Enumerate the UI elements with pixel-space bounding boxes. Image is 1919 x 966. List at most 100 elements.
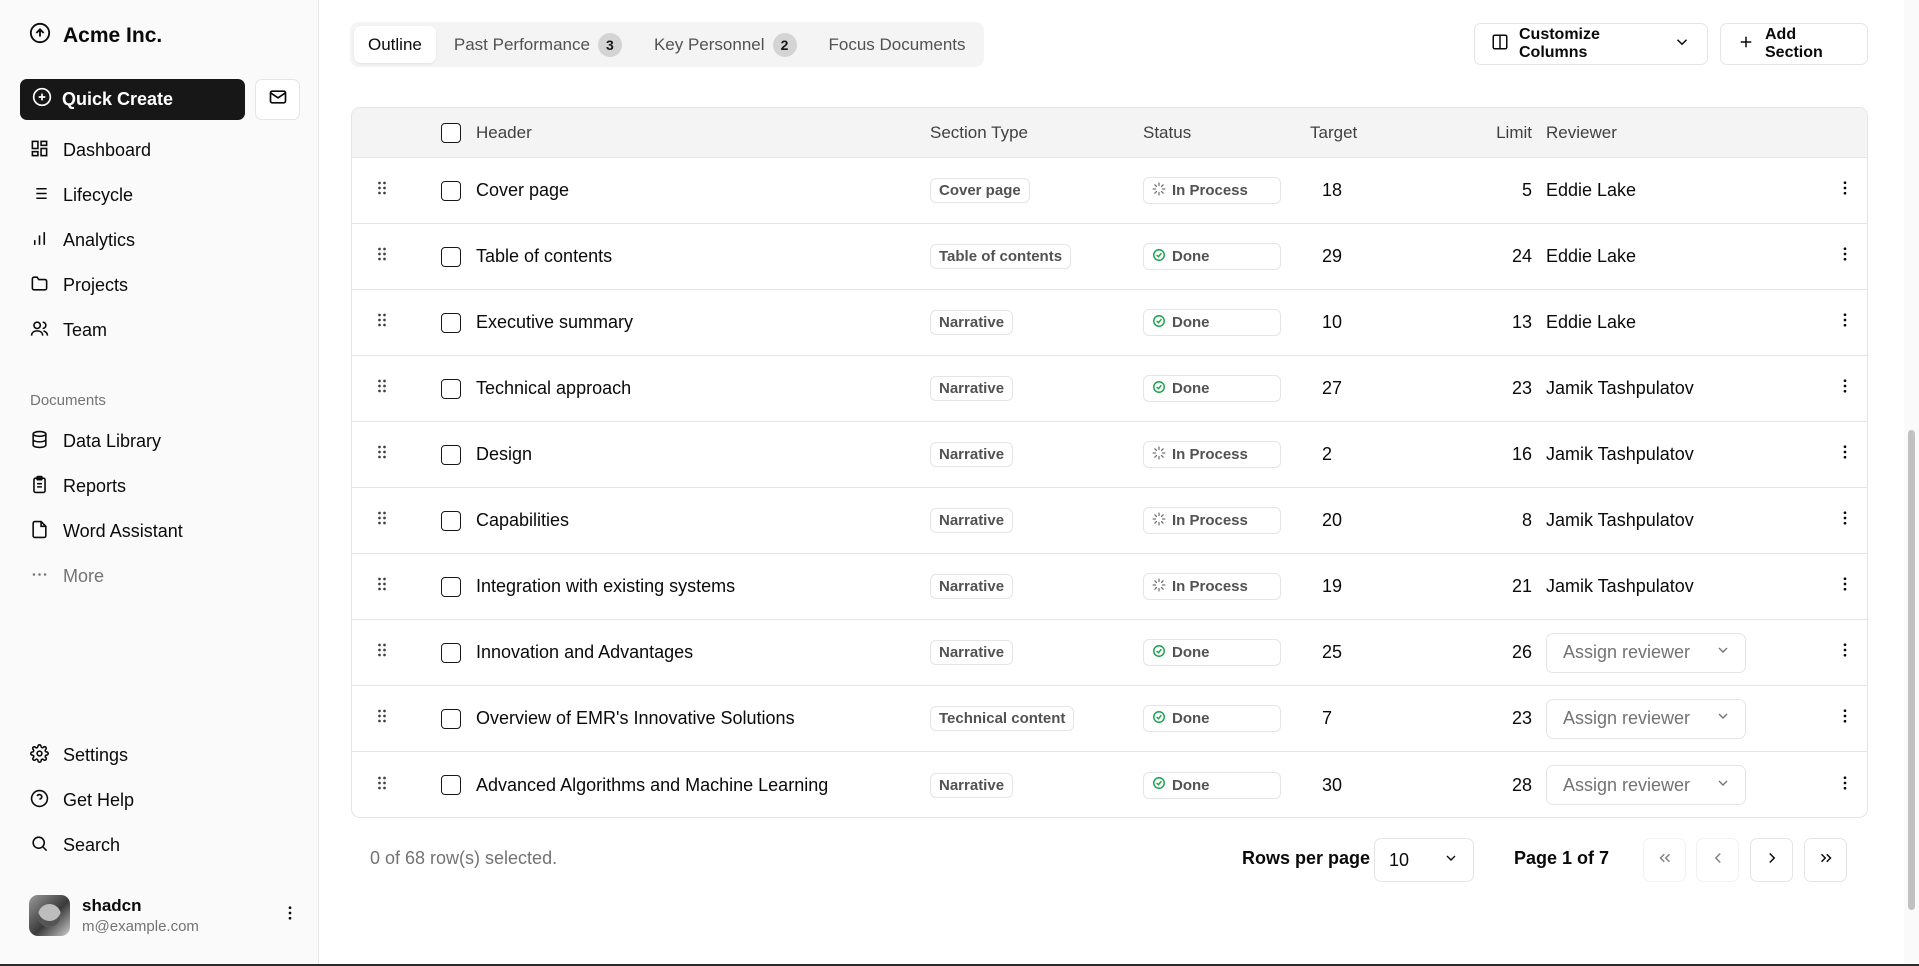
row-checkbox[interactable] <box>441 444 461 465</box>
table-row[interactable]: Cover page Cover page In Process 18 5 Ed… <box>352 158 1867 224</box>
last-page-button[interactable] <box>1804 838 1847 882</box>
table-row[interactable]: Capabilities Narrative In Process 20 8 J… <box>352 488 1867 554</box>
target-value[interactable]: 25 <box>1310 620 1410 685</box>
drag-handle-icon[interactable] <box>372 376 392 401</box>
target-value[interactable]: 20 <box>1310 488 1410 553</box>
section-header-link[interactable]: Innovation and Advantages <box>476 620 693 685</box>
target-value[interactable]: 27 <box>1310 356 1410 421</box>
sidebar-item-more[interactable]: More <box>20 554 300 599</box>
first-page-button[interactable] <box>1643 838 1686 882</box>
target-value[interactable]: 2 <box>1310 422 1410 487</box>
quick-create-button[interactable]: Quick Create <box>20 79 245 120</box>
table-row[interactable]: Innovation and Advantages Narrative Done… <box>352 620 1867 686</box>
assign-reviewer-select[interactable]: Assign reviewer <box>1546 765 1746 805</box>
user-profile[interactable]: shadcn m@example.com <box>29 895 299 936</box>
page-scrollbar[interactable] <box>1904 0 1919 966</box>
row-checkbox[interactable] <box>441 312 461 333</box>
row-actions-icon[interactable] <box>1836 509 1854 532</box>
limit-value[interactable]: 23 <box>1432 356 1532 421</box>
row-checkbox[interactable] <box>441 180 461 201</box>
section-header-link[interactable]: Cover page <box>476 158 569 223</box>
sidebar-item-projects[interactable]: Projects <box>20 263 300 308</box>
tab-key-personnel[interactable]: Key Personnel 2 <box>640 26 811 63</box>
table-row[interactable]: Table of contents Table of contents Done… <box>352 224 1867 290</box>
target-value[interactable]: 18 <box>1310 158 1410 223</box>
drag-handle-icon[interactable] <box>372 442 392 467</box>
row-actions-icon[interactable] <box>1836 641 1854 664</box>
limit-value[interactable]: 8 <box>1432 488 1532 553</box>
assign-reviewer-select[interactable]: Assign reviewer <box>1546 698 1746 739</box>
drag-handle-icon[interactable] <box>372 310 392 335</box>
row-checkbox[interactable] <box>441 576 461 597</box>
row-checkbox[interactable] <box>441 378 461 399</box>
target-value[interactable]: 7 <box>1310 686 1410 751</box>
sidebar-item-word-assistant[interactable]: Word Assistant <box>20 509 300 554</box>
sidebar-item-reports[interactable]: Reports <box>20 464 300 509</box>
tab-past-performance[interactable]: Past Performance 3 <box>440 26 636 63</box>
table-row[interactable]: Overview of EMR's Innovative Solutions T… <box>352 686 1867 752</box>
sidebar-item-dashboard[interactable]: Dashboard <box>20 128 300 173</box>
limit-value[interactable]: 21 <box>1432 554 1532 619</box>
table-row[interactable]: Advanced Algorithms and Machine Learning… <box>352 752 1867 817</box>
scrollbar-thumb[interactable] <box>1908 430 1915 910</box>
table-row[interactable]: Executive summary Narrative Done 10 13 E… <box>352 290 1867 356</box>
row-actions-icon[interactable] <box>1836 443 1854 466</box>
drag-handle-icon[interactable] <box>372 773 392 798</box>
limit-value[interactable]: 13 <box>1432 290 1532 355</box>
assign-reviewer-select[interactable]: Assign reviewer <box>1546 632 1746 673</box>
table-row[interactable]: Integration with existing systems Narrat… <box>352 554 1867 620</box>
drag-handle-icon[interactable] <box>372 640 392 665</box>
target-value[interactable]: 30 <box>1310 752 1410 817</box>
brand[interactable]: Acme Inc. <box>29 22 162 50</box>
tab-focus-documents[interactable]: Focus Documents <box>815 26 980 63</box>
target-value[interactable]: 10 <box>1310 290 1410 355</box>
limit-value[interactable]: 5 <box>1432 158 1532 223</box>
drag-handle-icon[interactable] <box>372 574 392 599</box>
row-checkbox[interactable] <box>441 775 461 795</box>
row-actions-icon[interactable] <box>1836 245 1854 268</box>
target-value[interactable]: 29 <box>1310 224 1410 289</box>
row-checkbox[interactable] <box>441 642 461 663</box>
more-vertical-icon[interactable] <box>281 904 299 927</box>
row-actions-icon[interactable] <box>1836 377 1854 400</box>
rows-per-page-select[interactable]: 10 <box>1374 838 1474 882</box>
section-header-link[interactable]: Capabilities <box>476 488 569 553</box>
section-header-link[interactable]: Integration with existing systems <box>476 554 735 619</box>
limit-value[interactable]: 24 <box>1432 224 1532 289</box>
target-value[interactable]: 19 <box>1310 554 1410 619</box>
section-header-link[interactable]: Design <box>476 422 532 487</box>
sidebar-item-search[interactable]: Search <box>20 823 300 868</box>
section-header-link[interactable]: Table of contents <box>476 224 612 289</box>
sidebar-item-lifecycle[interactable]: Lifecycle <box>20 173 300 218</box>
drag-handle-icon[interactable] <box>372 244 392 269</box>
limit-value[interactable]: 28 <box>1432 752 1532 817</box>
sidebar-item-get-help[interactable]: Get Help <box>20 778 300 823</box>
sidebar-item-data-library[interactable]: Data Library <box>20 419 300 464</box>
row-checkbox[interactable] <box>441 510 461 531</box>
tab-outline[interactable]: Outline <box>354 26 436 63</box>
select-all-checkbox[interactable] <box>441 122 461 143</box>
sidebar-item-settings[interactable]: Settings <box>20 733 300 778</box>
customize-columns-button[interactable]: Customize Columns <box>1474 23 1708 65</box>
table-row[interactable]: Design Narrative In Process 2 16 Jamik T… <box>352 422 1867 488</box>
limit-value[interactable]: 26 <box>1432 620 1532 685</box>
sidebar-item-analytics[interactable]: Analytics <box>20 218 300 263</box>
row-actions-icon[interactable] <box>1836 179 1854 202</box>
row-actions-icon[interactable] <box>1836 575 1854 598</box>
row-actions-icon[interactable] <box>1836 707 1854 730</box>
sidebar-item-team[interactable]: Team <box>20 308 300 353</box>
section-header-link[interactable]: Executive summary <box>476 290 633 355</box>
inbox-button[interactable] <box>255 79 300 120</box>
table-row[interactable]: Technical approach Narrative Done 27 23 … <box>352 356 1867 422</box>
add-section-button[interactable]: Add Section <box>1720 23 1868 65</box>
section-header-link[interactable]: Overview of EMR's Innovative Solutions <box>476 686 795 751</box>
drag-handle-icon[interactable] <box>372 178 392 203</box>
drag-handle-icon[interactable] <box>372 706 392 731</box>
row-actions-icon[interactable] <box>1836 311 1854 334</box>
section-header-link[interactable]: Advanced Algorithms and Machine Learning <box>476 752 828 817</box>
row-checkbox[interactable] <box>441 246 461 267</box>
previous-page-button[interactable] <box>1696 838 1739 882</box>
limit-value[interactable]: 16 <box>1432 422 1532 487</box>
next-page-button[interactable] <box>1750 838 1793 882</box>
limit-value[interactable]: 23 <box>1432 686 1532 751</box>
